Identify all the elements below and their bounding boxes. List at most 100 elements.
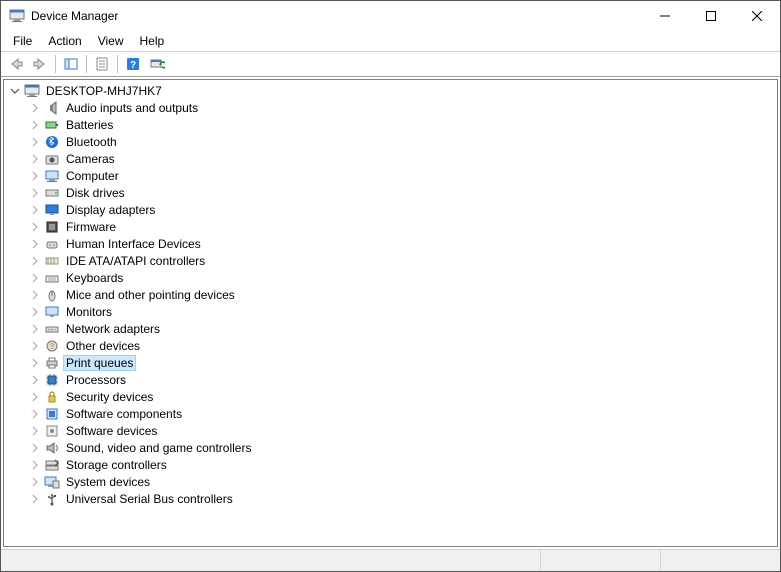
tree-item-label: Computer bbox=[64, 169, 121, 183]
softdev-icon bbox=[44, 423, 60, 439]
expander-icon[interactable] bbox=[28, 288, 42, 302]
tree-item[interactable]: Print queues bbox=[4, 354, 777, 371]
status-cell bbox=[1, 550, 540, 571]
expander-icon[interactable] bbox=[28, 475, 42, 489]
expander-icon[interactable] bbox=[28, 203, 42, 217]
disk-icon bbox=[44, 185, 60, 201]
forward-button[interactable] bbox=[29, 53, 51, 75]
expander-icon[interactable] bbox=[28, 424, 42, 438]
tree-item[interactable]: Sound, video and game controllers bbox=[4, 439, 777, 456]
tree-item-label: Batteries bbox=[64, 118, 115, 132]
device-tree-pane[interactable]: DESKTOP-MHJ7HK7 Audio inputs and outputs… bbox=[3, 79, 778, 547]
sound-icon bbox=[44, 440, 60, 456]
close-button[interactable] bbox=[734, 1, 780, 31]
scan-hardware-button[interactable] bbox=[146, 53, 168, 75]
expander-icon[interactable] bbox=[28, 356, 42, 370]
processor-icon bbox=[44, 372, 60, 388]
mouse-icon bbox=[44, 287, 60, 303]
expander-icon[interactable] bbox=[28, 101, 42, 115]
status-bar bbox=[1, 549, 780, 571]
tree-item-label: Network adapters bbox=[64, 322, 162, 336]
other-icon: ? bbox=[44, 338, 60, 354]
tree-item[interactable]: Audio inputs and outputs bbox=[4, 99, 777, 116]
tree-item[interactable]: Universal Serial Bus controllers bbox=[4, 490, 777, 507]
audio-icon bbox=[44, 100, 60, 116]
camera-icon bbox=[44, 151, 60, 167]
tree-item[interactable]: Human Interface Devices bbox=[4, 235, 777, 252]
status-cell bbox=[540, 550, 660, 571]
hid-icon bbox=[44, 236, 60, 252]
tree-item[interactable]: Monitors bbox=[4, 303, 777, 320]
computer-icon bbox=[24, 83, 40, 99]
expander-icon[interactable] bbox=[28, 254, 42, 268]
tree-item[interactable]: Software components bbox=[4, 405, 777, 422]
expander-icon[interactable] bbox=[28, 441, 42, 455]
status-cell bbox=[660, 550, 780, 571]
expander-icon[interactable] bbox=[28, 186, 42, 200]
tree-item-label: Print queues bbox=[64, 356, 135, 370]
tree-item-label: Bluetooth bbox=[64, 135, 119, 149]
expander-icon[interactable] bbox=[28, 305, 42, 319]
expander-icon[interactable] bbox=[28, 458, 42, 472]
tree-item[interactable]: Keyboards bbox=[4, 269, 777, 286]
expander-icon[interactable] bbox=[28, 322, 42, 336]
tree-root[interactable]: DESKTOP-MHJ7HK7 bbox=[4, 82, 777, 99]
tree-item[interactable]: ?Other devices bbox=[4, 337, 777, 354]
computer-icon bbox=[44, 168, 60, 184]
tree-item-label: Cameras bbox=[64, 152, 117, 166]
tree-item[interactable]: Cameras bbox=[4, 150, 777, 167]
tree-root-label: DESKTOP-MHJ7HK7 bbox=[44, 84, 164, 98]
tree-item[interactable]: Storage controllers bbox=[4, 456, 777, 473]
svg-text:?: ? bbox=[130, 60, 136, 71]
tree-item[interactable]: Firmware bbox=[4, 218, 777, 235]
tree-item[interactable]: Mice and other pointing devices bbox=[4, 286, 777, 303]
menu-file[interactable]: File bbox=[5, 32, 40, 50]
expander-icon[interactable] bbox=[28, 492, 42, 506]
tree-item[interactable]: Network adapters bbox=[4, 320, 777, 337]
tree-item-label: Mice and other pointing devices bbox=[64, 288, 237, 302]
expander-icon[interactable] bbox=[28, 169, 42, 183]
expander-icon[interactable] bbox=[28, 237, 42, 251]
tree-item-label: Keyboards bbox=[64, 271, 125, 285]
show-hide-console-tree-button[interactable] bbox=[60, 53, 82, 75]
ide-icon bbox=[44, 253, 60, 269]
tree-item[interactable]: Display adapters bbox=[4, 201, 777, 218]
help-button[interactable]: ? bbox=[122, 53, 144, 75]
expander-icon[interactable] bbox=[28, 271, 42, 285]
tree-item[interactable]: Computer bbox=[4, 167, 777, 184]
network-icon bbox=[44, 321, 60, 337]
expander-icon[interactable] bbox=[28, 407, 42, 421]
tree-item[interactable]: Bluetooth bbox=[4, 133, 777, 150]
expander-icon[interactable] bbox=[28, 220, 42, 234]
tree-item-label: Storage controllers bbox=[64, 458, 169, 472]
tree-item[interactable]: IDE ATA/ATAPI controllers bbox=[4, 252, 777, 269]
tree-item[interactable]: Processors bbox=[4, 371, 777, 388]
tree-item-label: Human Interface Devices bbox=[64, 237, 203, 251]
tree-item[interactable]: System devices bbox=[4, 473, 777, 490]
firmware-icon bbox=[44, 219, 60, 235]
tree-item[interactable]: Software devices bbox=[4, 422, 777, 439]
tree-item[interactable]: Disk drives bbox=[4, 184, 777, 201]
menu-action[interactable]: Action bbox=[40, 32, 89, 50]
expander-icon[interactable] bbox=[28, 390, 42, 404]
maximize-button[interactable] bbox=[688, 1, 734, 31]
back-button[interactable] bbox=[5, 53, 27, 75]
battery-icon bbox=[44, 117, 60, 133]
menu-view[interactable]: View bbox=[90, 32, 132, 50]
expander-icon[interactable] bbox=[8, 84, 22, 98]
storage-icon bbox=[44, 457, 60, 473]
tree-item[interactable]: Batteries bbox=[4, 116, 777, 133]
svg-text:?: ? bbox=[50, 342, 55, 351]
expander-icon[interactable] bbox=[28, 373, 42, 387]
expander-icon[interactable] bbox=[28, 118, 42, 132]
expander-icon[interactable] bbox=[28, 152, 42, 166]
window-title: Device Manager bbox=[31, 9, 642, 23]
minimize-button[interactable] bbox=[642, 1, 688, 31]
menu-help[interactable]: Help bbox=[132, 32, 173, 50]
tree-item[interactable]: Security devices bbox=[4, 388, 777, 405]
properties-button[interactable] bbox=[91, 53, 113, 75]
expander-icon[interactable] bbox=[28, 135, 42, 149]
bluetooth-icon bbox=[44, 134, 60, 150]
menu-bar: File Action View Help bbox=[1, 31, 780, 51]
expander-icon[interactable] bbox=[28, 339, 42, 353]
